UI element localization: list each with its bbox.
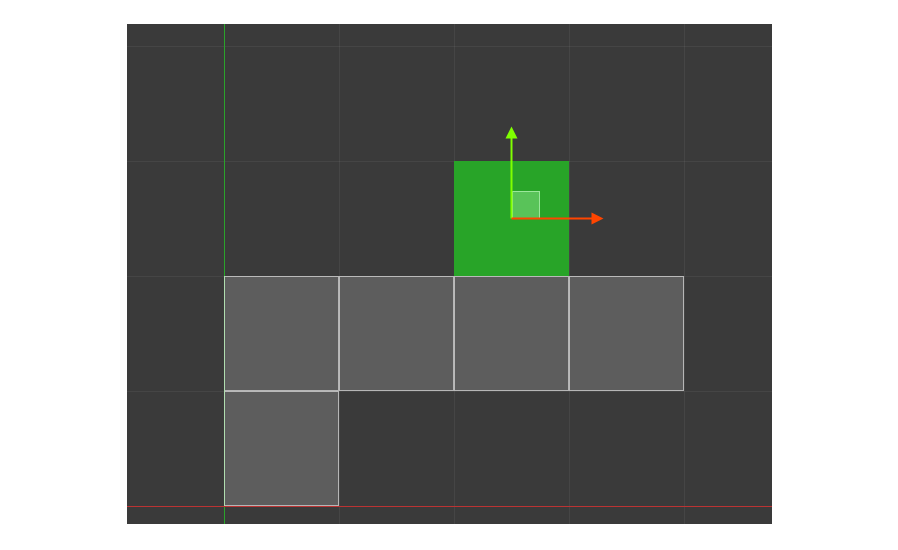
platform-tile[interactable] — [339, 276, 454, 391]
grid-line-vertical — [684, 24, 685, 524]
platform-tile[interactable] — [224, 276, 339, 391]
platform-tile[interactable] — [569, 276, 684, 391]
arrow-up-icon[interactable] — [506, 127, 518, 139]
grid-line-vertical — [569, 24, 570, 524]
x-axis-line — [127, 506, 772, 507]
platform-tile[interactable] — [454, 276, 569, 391]
grid-line-vertical — [339, 24, 340, 524]
arrow-right-icon[interactable] — [592, 213, 604, 225]
gizmo-center-handle[interactable] — [512, 191, 540, 219]
player-sprite[interactable] — [454, 161, 569, 276]
platform-tile[interactable] — [224, 391, 339, 506]
scene-view[interactable] — [127, 24, 772, 524]
